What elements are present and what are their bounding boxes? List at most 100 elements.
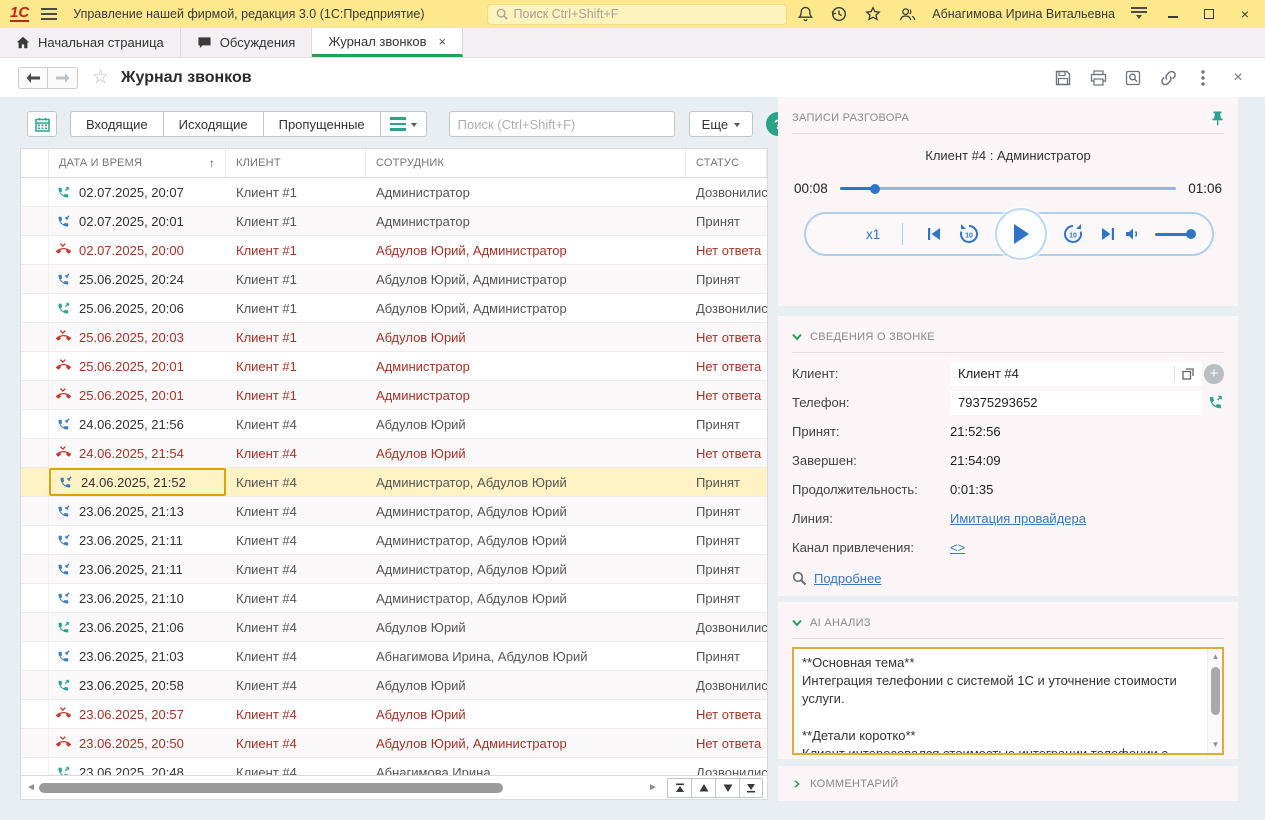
call-status-cell[interactable]: Нет ответа xyxy=(686,236,767,264)
add-client-button[interactable]: + xyxy=(1204,364,1224,384)
more-actions-icon[interactable] xyxy=(1194,69,1212,87)
window-close-button[interactable]: × xyxy=(1235,6,1255,22)
call-datetime-cell[interactable]: 23.06.2025, 21:06 xyxy=(49,613,226,641)
call-datetime-cell[interactable]: 23.06.2025, 21:13 xyxy=(49,497,226,525)
volume-knob[interactable] xyxy=(1186,229,1196,239)
call-employee-cell[interactable]: Администратор, Абдулов Юрий xyxy=(366,584,686,612)
call-client-cell[interactable]: Клиент #4 xyxy=(226,729,366,757)
scroll-right-icon[interactable]: ► xyxy=(647,782,659,793)
call-client-cell[interactable]: Клиент #4 xyxy=(226,642,366,670)
call-row[interactable]: 02.07.2025, 20:07 Клиент #1 Администрато… xyxy=(21,178,767,207)
call-status-cell[interactable]: Нет ответа xyxy=(686,729,767,757)
call-datetime-cell[interactable]: 02.07.2025, 20:00 xyxy=(49,236,226,264)
call-row[interactable]: 25.06.2025, 20:24 Клиент #1 Абдулов Юрий… xyxy=(21,265,767,294)
call-client-cell[interactable]: Клиент #1 xyxy=(226,323,366,351)
call-employee-cell[interactable]: Администратор xyxy=(366,207,686,235)
global-search-input[interactable]: Поиск Ctrl+Shift+F xyxy=(487,4,787,25)
call-datetime-cell[interactable]: 23.06.2025, 21:10 xyxy=(49,584,226,612)
tab-discussions[interactable]: Обсуждения xyxy=(181,28,313,57)
call-employee-cell[interactable]: Абдулов Юрий, Администратор xyxy=(366,236,686,264)
call-datetime-cell[interactable]: 23.06.2025, 21:11 xyxy=(49,526,226,554)
call-employee-cell[interactable]: Абдулов Юрий, Администратор xyxy=(366,265,686,293)
call-datetime-cell[interactable]: 23.06.2025, 21:11 xyxy=(49,555,226,583)
call-datetime-cell[interactable]: 25.06.2025, 20:24 xyxy=(49,265,226,293)
call-datetime-cell[interactable]: 24.06.2025, 21:56 xyxy=(49,410,226,438)
call-row[interactable]: 25.06.2025, 20:03 Клиент #1 Абдулов Юрий… xyxy=(21,323,767,352)
call-client-cell[interactable]: Клиент #1 xyxy=(226,381,366,409)
call-datetime-cell[interactable]: 23.06.2025, 20:50 xyxy=(49,729,226,757)
call-datetime-cell[interactable]: 23.06.2025, 20:58 xyxy=(49,671,226,699)
favorites-star-icon[interactable] xyxy=(864,5,882,23)
call-status-cell[interactable]: Нет ответа xyxy=(686,439,767,467)
call-datetime-cell[interactable]: 25.06.2025, 20:06 xyxy=(49,294,226,322)
call-row[interactable]: 23.06.2025, 20:50 Клиент #4 Абдулов Юрий… xyxy=(21,729,767,758)
call-client-cell[interactable]: Клиент #4 xyxy=(226,613,366,641)
call-client-cell[interactable]: Клиент #1 xyxy=(226,178,366,206)
rewind-10-icon[interactable]: 10 xyxy=(957,222,981,246)
go-last-row-button[interactable] xyxy=(739,778,763,798)
call-employee-cell[interactable]: Абдулов Юрий xyxy=(366,439,686,467)
call-status-cell[interactable]: Принят xyxy=(686,526,767,554)
open-client-icon[interactable] xyxy=(1174,366,1194,382)
list-search-input[interactable]: Поиск (Ctrl+Shift+F) xyxy=(449,111,675,137)
call-employee-cell[interactable]: Абдулов Юрий xyxy=(366,410,686,438)
call-row[interactable]: 25.06.2025, 20:01 Клиент #1 Администрато… xyxy=(21,352,767,381)
call-employee-cell[interactable]: Администратор xyxy=(366,381,686,409)
call-datetime-cell[interactable]: 25.06.2025, 20:01 xyxy=(49,352,226,380)
filter-incoming-button[interactable]: Входящие xyxy=(70,111,163,137)
call-employee-cell[interactable]: Абдулов Юрий, Администратор xyxy=(366,729,686,757)
main-menu-icon[interactable] xyxy=(41,8,57,20)
call-employee-cell[interactable]: Администратор xyxy=(366,178,686,206)
ai-analysis-textarea[interactable]: **Основная тема** Интеграция телефонии с… xyxy=(792,647,1224,755)
line-link[interactable]: Имитация провайдера xyxy=(950,511,1086,526)
call-row[interactable]: 23.06.2025, 21:13 Клиент #4 Администрато… xyxy=(21,497,767,526)
ai-analysis-header[interactable]: AI АНАЛИЗ xyxy=(792,602,1224,636)
call-employee-cell[interactable]: Абдулов Юрий xyxy=(366,671,686,699)
call-status-cell[interactable]: Принят xyxy=(686,410,767,438)
call-datetime-cell[interactable]: 02.07.2025, 20:07 xyxy=(49,178,226,206)
favorite-star-icon[interactable]: ☆ xyxy=(92,66,109,89)
call-row[interactable]: 23.06.2025, 21:11 Клиент #4 Администрато… xyxy=(21,526,767,555)
current-user-name[interactable]: Абнагимова Ирина Витальевна xyxy=(932,7,1115,21)
call-status-cell[interactable]: Принят xyxy=(686,642,767,670)
call-client-cell[interactable]: Клиент #1 xyxy=(226,294,366,322)
call-datetime-cell[interactable]: 23.06.2025, 21:03 xyxy=(49,642,226,670)
scroll-left-icon[interactable]: ◄ xyxy=(25,782,37,793)
users-icon[interactable] xyxy=(898,5,916,23)
column-status[interactable]: СТАТУС xyxy=(686,149,767,177)
call-datetime-cell[interactable]: 02.07.2025, 20:01 xyxy=(49,207,226,235)
volume-icon[interactable] xyxy=(1125,227,1141,241)
volume-slider[interactable] xyxy=(1155,233,1194,236)
call-datetime-cell[interactable]: 25.06.2025, 20:01 xyxy=(49,381,226,409)
call-row[interactable]: 25.06.2025, 20:01 Клиент #1 Администрато… xyxy=(21,381,767,410)
call-client-cell[interactable]: Клиент #4 xyxy=(226,758,366,776)
scroll-down-icon[interactable]: ▼ xyxy=(1208,739,1223,751)
call-phone-icon[interactable] xyxy=(1207,394,1224,411)
progress-knob[interactable] xyxy=(870,184,880,194)
call-row[interactable]: 24.06.2025, 21:54 Клиент #4 Абдулов Юрий… xyxy=(21,439,767,468)
call-status-cell[interactable]: Принят xyxy=(686,265,767,293)
call-client-cell[interactable]: Клиент #4 xyxy=(226,526,366,554)
call-datetime-cell[interactable]: 23.06.2025, 20:57 xyxy=(49,700,226,728)
call-row[interactable]: 23.06.2025, 20:57 Клиент #4 Абдулов Юрий… xyxy=(21,700,767,729)
call-status-cell[interactable]: Дозвонились xyxy=(686,671,767,699)
call-row[interactable]: 23.06.2025, 21:06 Клиент #4 Абдулов Юрий… xyxy=(21,613,767,642)
call-row[interactable]: 23.06.2025, 20:48 Клиент #4 Абнагимова И… xyxy=(21,758,767,776)
go-next-row-button[interactable] xyxy=(715,778,739,798)
call-client-cell[interactable]: Клиент #1 xyxy=(226,265,366,293)
call-status-cell[interactable]: Принят xyxy=(686,497,767,525)
call-row[interactable]: 23.06.2025, 21:11 Клиент #4 Администрато… xyxy=(21,555,767,584)
progress-slider[interactable] xyxy=(840,187,1176,190)
preview-icon[interactable] xyxy=(1124,69,1142,87)
call-datetime-cell[interactable]: 24.06.2025, 21:54 xyxy=(49,439,226,467)
call-client-cell[interactable]: Клиент #4 xyxy=(226,584,366,612)
column-client[interactable]: КЛИЕНТ xyxy=(226,149,366,177)
ai-scrollbar-thumb[interactable] xyxy=(1211,667,1220,715)
call-status-cell[interactable]: Нет ответа xyxy=(686,323,767,351)
tab-home[interactable]: Начальная страница xyxy=(0,28,181,57)
call-client-cell[interactable]: Клиент #4 xyxy=(226,555,366,583)
phone-input[interactable]: 79375293652 xyxy=(950,391,1202,415)
column-employee[interactable]: СОТРУДНИК xyxy=(366,149,686,177)
call-row[interactable]: 25.06.2025, 20:06 Клиент #1 Абдулов Юрий… xyxy=(21,294,767,323)
scrollbar-thumb[interactable] xyxy=(39,783,503,793)
